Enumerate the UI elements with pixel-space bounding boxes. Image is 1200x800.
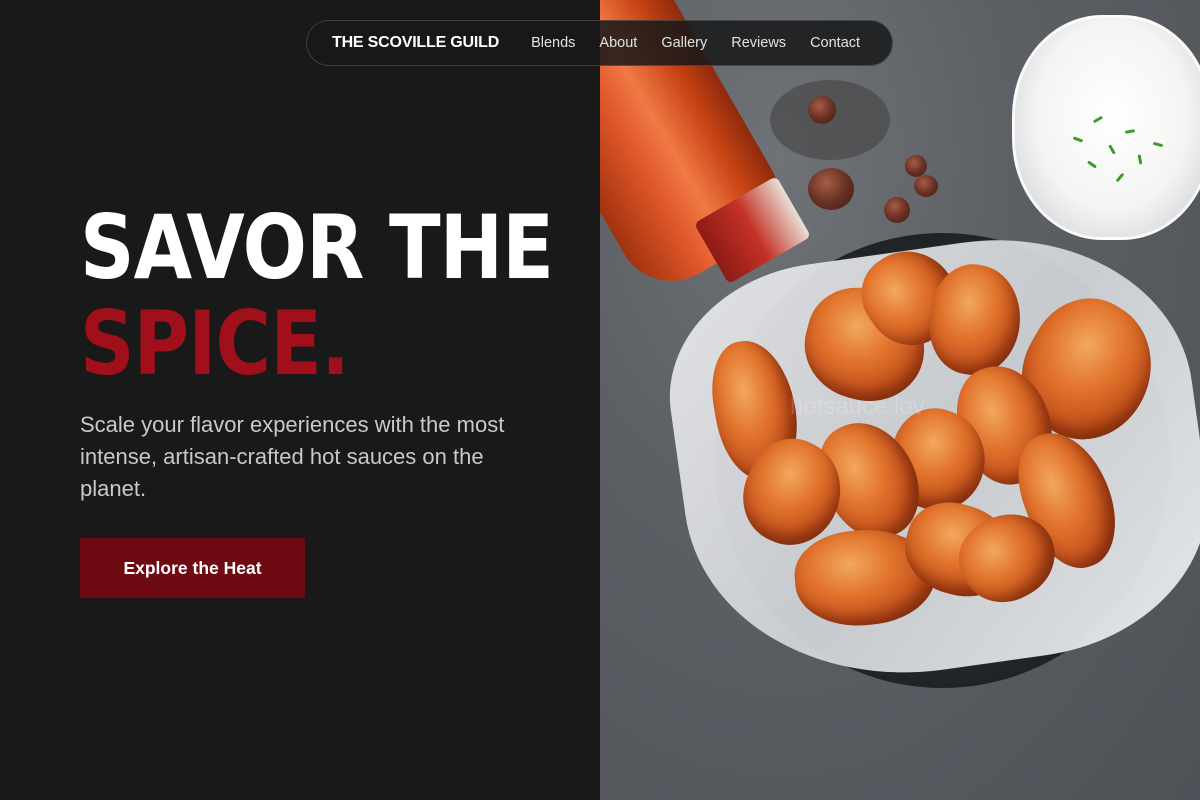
brand-logo[interactable]: THE SCOVILLE GUILD <box>332 34 499 52</box>
sauce-drop <box>884 197 910 223</box>
explore-heat-button[interactable]: Explore the Heat <box>80 538 305 598</box>
image-watermark: hotsauce lov <box>790 393 925 420</box>
top-navigation: THE SCOVILLE GUILD Blends About Gallery … <box>306 20 893 66</box>
chive <box>1115 172 1125 183</box>
ranch-dip-cup <box>1012 15 1200 240</box>
chive <box>1137 154 1143 165</box>
hero-image: hotsauce lov <box>600 0 1200 800</box>
chive <box>1124 129 1136 134</box>
nav-link-blends[interactable]: Blends <box>531 35 575 51</box>
nav-link-about[interactable]: About <box>599 35 637 51</box>
sauce-drop <box>905 155 927 177</box>
nav-link-gallery[interactable]: Gallery <box>661 35 707 51</box>
hero-headline: SAVOR THE SPICE. <box>80 196 554 395</box>
wings-photo: hotsauce lov <box>600 0 1200 800</box>
sauce-drop <box>914 175 938 197</box>
chive <box>1087 160 1097 169</box>
chive <box>1072 136 1084 143</box>
hero-left-panel: SAVOR THE SPICE. Scale your flavor exper… <box>0 0 600 800</box>
sauce-drop <box>808 96 836 124</box>
nav-link-reviews[interactable]: Reviews <box>731 35 786 51</box>
headline-line-2: SPICE. <box>80 292 350 395</box>
nav-link-contact[interactable]: Contact <box>810 35 860 51</box>
headline-line-1: SAVOR THE <box>80 196 554 299</box>
chive <box>1092 115 1104 124</box>
hero-subtitle: Scale your flavor experiences with the m… <box>80 412 505 501</box>
chive <box>1108 144 1116 155</box>
chive <box>1152 141 1164 148</box>
sauce-drop <box>808 168 854 210</box>
